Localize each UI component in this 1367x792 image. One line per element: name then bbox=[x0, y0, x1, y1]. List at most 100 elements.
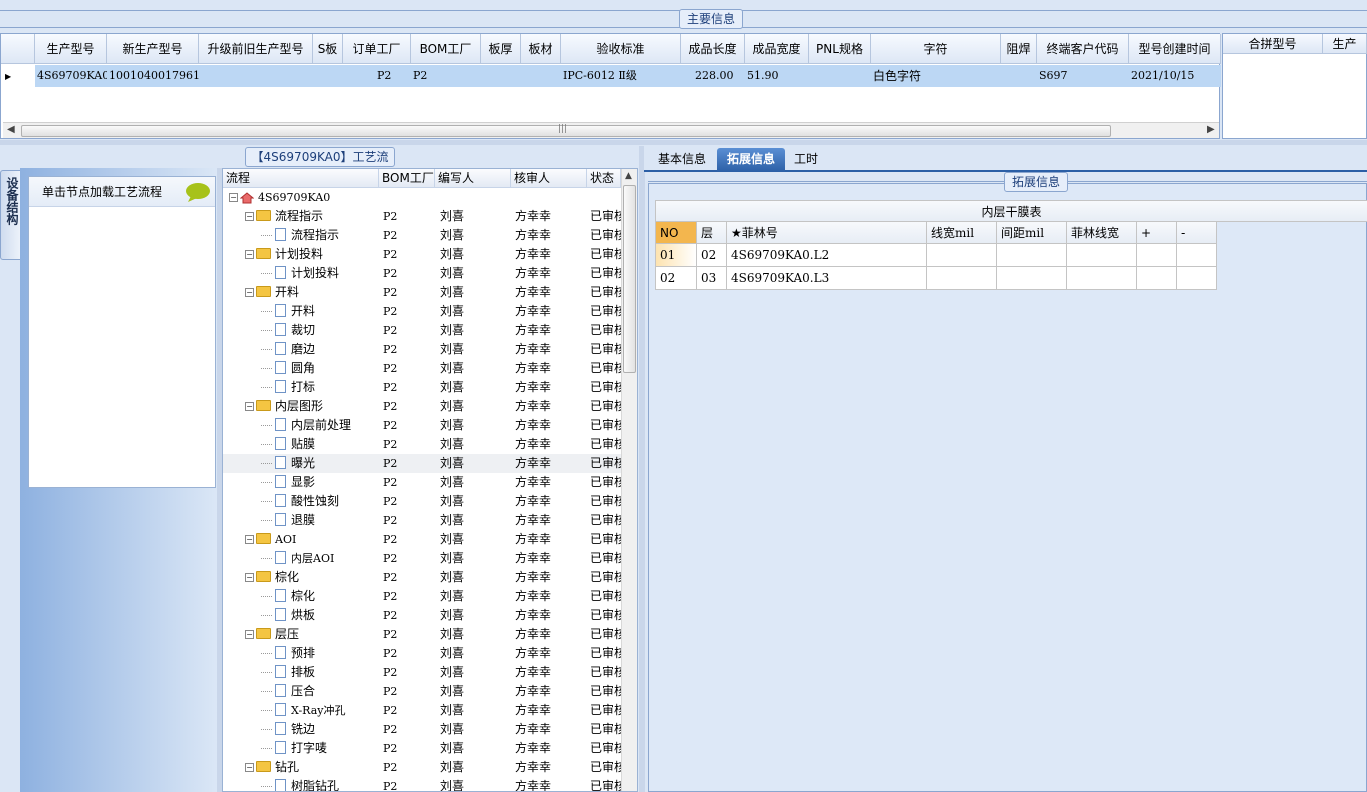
dry-film-cell[interactable] bbox=[927, 267, 997, 290]
collapse-icon[interactable]: − bbox=[245, 402, 254, 411]
grid-cell[interactable]: 51.90 bbox=[745, 65, 809, 87]
collapse-icon[interactable]: − bbox=[245, 250, 254, 259]
column-header[interactable]: 验收标准 bbox=[561, 34, 681, 64]
collapse-icon[interactable]: − bbox=[245, 535, 254, 544]
grid-cell[interactable] bbox=[521, 65, 561, 87]
tab-work-hours[interactable]: 工时 bbox=[786, 148, 826, 172]
grid-cell[interactable]: P2 bbox=[411, 65, 481, 87]
dry-film-column-header[interactable]: 间距mil bbox=[997, 222, 1067, 244]
horizontal-scrollbar[interactable]: ◀ ||| ▶ bbox=[3, 122, 1219, 138]
merge-col-header[interactable]: 生产 bbox=[1323, 34, 1367, 54]
dry-film-cell[interactable] bbox=[997, 267, 1067, 290]
tree-folder-node[interactable]: − 层压 P2 刘喜 方幸幸 已审核 bbox=[223, 625, 621, 644]
column-header[interactable]: 阻焊 bbox=[1001, 34, 1037, 64]
tree-folder-node[interactable]: − AOI P2 刘喜 方幸幸 已审核 bbox=[223, 530, 621, 549]
collapse-icon[interactable]: − bbox=[245, 212, 254, 221]
column-header[interactable]: 新生产型号 bbox=[107, 34, 199, 64]
column-header[interactable]: 板材 bbox=[521, 34, 561, 64]
grid-cell[interactable]: 白色字符 bbox=[871, 65, 1001, 87]
horizontal-splitter[interactable] bbox=[0, 140, 1367, 145]
tree-folder-node[interactable]: − 钻孔 P2 刘喜 方幸幸 已审核 bbox=[223, 758, 621, 777]
column-header[interactable]: 升级前旧生产型号 bbox=[199, 34, 313, 64]
dry-film-column-header[interactable]: 层 bbox=[697, 222, 727, 244]
column-header[interactable]: S板 bbox=[313, 34, 343, 64]
dry-film-column-header[interactable]: NO bbox=[655, 222, 697, 244]
row-indicator-icon[interactable]: ▶ bbox=[1, 65, 35, 87]
main-info-grid[interactable]: 生产型号 新生产型号 升级前旧生产型号 S板 订单工厂 BOM工厂 板厚 板材 验收标准 成品长度… bbox=[0, 33, 1221, 139]
grid-cell[interactable] bbox=[809, 65, 871, 87]
column-header[interactable]: 型号创建时间 bbox=[1129, 34, 1221, 64]
tree-column-header[interactable]: 流程 bbox=[223, 169, 379, 188]
grid-cell[interactable]: S697 bbox=[1037, 65, 1129, 87]
tree-step-node[interactable]: 开料 P2 刘喜 方幸幸 已审核 bbox=[223, 302, 621, 321]
dry-film-cell[interactable]: 01 bbox=[655, 244, 697, 267]
tree-step-node[interactable]: 酸性蚀刻 P2 刘喜 方幸幸 已审核 bbox=[223, 492, 621, 511]
dry-film-column-header[interactable]: 线宽mil bbox=[927, 222, 997, 244]
tree-step-node[interactable]: 计划投料 P2 刘喜 方幸幸 已审核 bbox=[223, 264, 621, 283]
tree-step-node[interactable]: 打标 P2 刘喜 方幸幸 已审核 bbox=[223, 378, 621, 397]
dry-film-cell[interactable] bbox=[1067, 267, 1137, 290]
tree-folder-node[interactable]: − 流程指示 P2 刘喜 方幸幸 已审核 bbox=[223, 207, 621, 226]
dry-film-cell[interactable]: 4S69709KA0.L2 bbox=[727, 244, 927, 267]
tree-step-node[interactable]: 压合 P2 刘喜 方幸幸 已审核 bbox=[223, 682, 621, 701]
tree-step-node[interactable]: 显影 P2 刘喜 方幸幸 已审核 bbox=[223, 473, 621, 492]
merge-col-header[interactable]: 合拼型号 bbox=[1223, 34, 1323, 54]
dry-film-cell[interactable] bbox=[1177, 244, 1217, 267]
collapse-icon[interactable]: − bbox=[245, 763, 254, 772]
scroll-right-arrow-icon[interactable]: ▶ bbox=[1207, 124, 1215, 135]
collapse-icon[interactable]: − bbox=[245, 630, 254, 639]
tree-step-node[interactable]: 贴膜 P2 刘喜 方幸幸 已审核 bbox=[223, 435, 621, 454]
tree-step-node[interactable]: 流程指示 P2 刘喜 方幸幸 已审核 bbox=[223, 226, 621, 245]
tree-step-node[interactable]: 预排 P2 刘喜 方幸幸 已审核 bbox=[223, 644, 621, 663]
tree-step-node[interactable]: 棕化 P2 刘喜 方幸幸 已审核 bbox=[223, 587, 621, 606]
tree-step-node[interactable]: 磨边 P2 刘喜 方幸幸 已审核 bbox=[223, 340, 621, 359]
tree-step-node[interactable]: 曝光 P2 刘喜 方幸幸 已审核 bbox=[223, 454, 621, 473]
scroll-left-arrow-icon[interactable]: ◀ bbox=[7, 124, 15, 135]
dry-film-cell[interactable]: 4S69709KA0.L3 bbox=[727, 267, 927, 290]
process-flow-tree[interactable]: 流程 BOM工厂 编写人 核审人 状态 −4S69709KA0− 流程指示 P2 刘喜 方幸幸已… bbox=[222, 168, 638, 792]
column-header[interactable]: PNL规格 bbox=[809, 34, 871, 64]
tree-step-node[interactable]: 内层AOI P2 刘喜 方幸幸 已审核 bbox=[223, 549, 621, 568]
collapse-icon[interactable]: − bbox=[245, 288, 254, 297]
nav-tree-area[interactable]: 单击节点加载工艺流程 bbox=[28, 176, 216, 488]
dry-film-cell[interactable] bbox=[1067, 244, 1137, 267]
vertical-scroll-thumb[interactable] bbox=[623, 185, 636, 373]
grid-cell[interactable] bbox=[313, 65, 343, 87]
tree-step-node[interactable]: X-Ray冲孔 P2 刘喜 方幸幸 已审核 bbox=[223, 701, 621, 720]
tree-step-node[interactable]: 树脂钻孔 P2 刘喜 方幸幸 已审核 bbox=[223, 777, 621, 791]
tree-step-node[interactable]: 排板 P2 刘喜 方幸幸 已审核 bbox=[223, 663, 621, 682]
collapse-icon[interactable]: − bbox=[229, 193, 238, 202]
grid-cell[interactable]: IPC-6012 Ⅱ级 bbox=[561, 65, 681, 87]
tree-step-node[interactable]: 内层前处理 P2 刘喜 方幸幸 已审核 bbox=[223, 416, 621, 435]
column-header[interactable]: 订单工厂 bbox=[343, 34, 411, 64]
dry-film-column-header[interactable]: - bbox=[1177, 222, 1217, 244]
grid-cell[interactable]: 228.00 bbox=[681, 65, 745, 87]
dry-film-cell[interactable]: 02 bbox=[655, 267, 697, 290]
collapse-icon[interactable]: − bbox=[245, 573, 254, 582]
vertical-splitter-right[interactable] bbox=[639, 146, 645, 792]
column-header[interactable]: 板厚 bbox=[481, 34, 521, 64]
tree-step-node[interactable]: 退膜 P2 刘喜 方幸幸 已审核 bbox=[223, 511, 621, 530]
tree-folder-node[interactable]: − 开料 P2 刘喜 方幸幸 已审核 bbox=[223, 283, 621, 302]
dry-film-column-header[interactable]: ★菲林号 bbox=[727, 222, 927, 244]
tree-step-node[interactable]: 打字唛 P2 刘喜 方幸幸 已审核 bbox=[223, 739, 621, 758]
tree-folder-node[interactable]: − 计划投料 P2 刘喜 方幸幸 已审核 bbox=[223, 245, 621, 264]
tree-step-node[interactable]: 铣边 P2 刘喜 方幸幸 已审核 bbox=[223, 720, 621, 739]
horizontal-scroll-thumb[interactable]: ||| bbox=[21, 124, 1111, 137]
tree-column-header[interactable]: 编写人 bbox=[435, 169, 511, 188]
column-header[interactable]: BOM工厂 bbox=[411, 34, 481, 64]
dry-film-cell[interactable] bbox=[1177, 267, 1217, 290]
grid-cell[interactable] bbox=[481, 65, 521, 87]
tab-basic-info[interactable]: 基本信息 bbox=[648, 148, 716, 172]
vertical-scrollbar[interactable]: ▲ bbox=[621, 169, 637, 791]
tree-column-header[interactable]: 状态 bbox=[587, 169, 621, 188]
tree-step-node[interactable]: 圆角 P2 刘喜 方幸幸 已审核 bbox=[223, 359, 621, 378]
dry-film-cell[interactable] bbox=[1137, 267, 1177, 290]
inner-dry-film-table[interactable]: 内层干膜表 NO 层 ★菲林号 线宽mil 间距mil 菲林线宽 + - 01 02 4S6970… bbox=[655, 200, 1367, 290]
dry-film-cell[interactable] bbox=[927, 244, 997, 267]
dry-film-cell[interactable]: 02 bbox=[697, 244, 727, 267]
tree-root-node[interactable]: − 4S69709KA0 bbox=[223, 188, 621, 207]
dry-film-column-header[interactable]: + bbox=[1137, 222, 1177, 244]
tree-folder-node[interactable]: − 内层图形 P2 刘喜 方幸幸 已审核 bbox=[223, 397, 621, 416]
column-header[interactable]: 成品长度 bbox=[681, 34, 745, 64]
